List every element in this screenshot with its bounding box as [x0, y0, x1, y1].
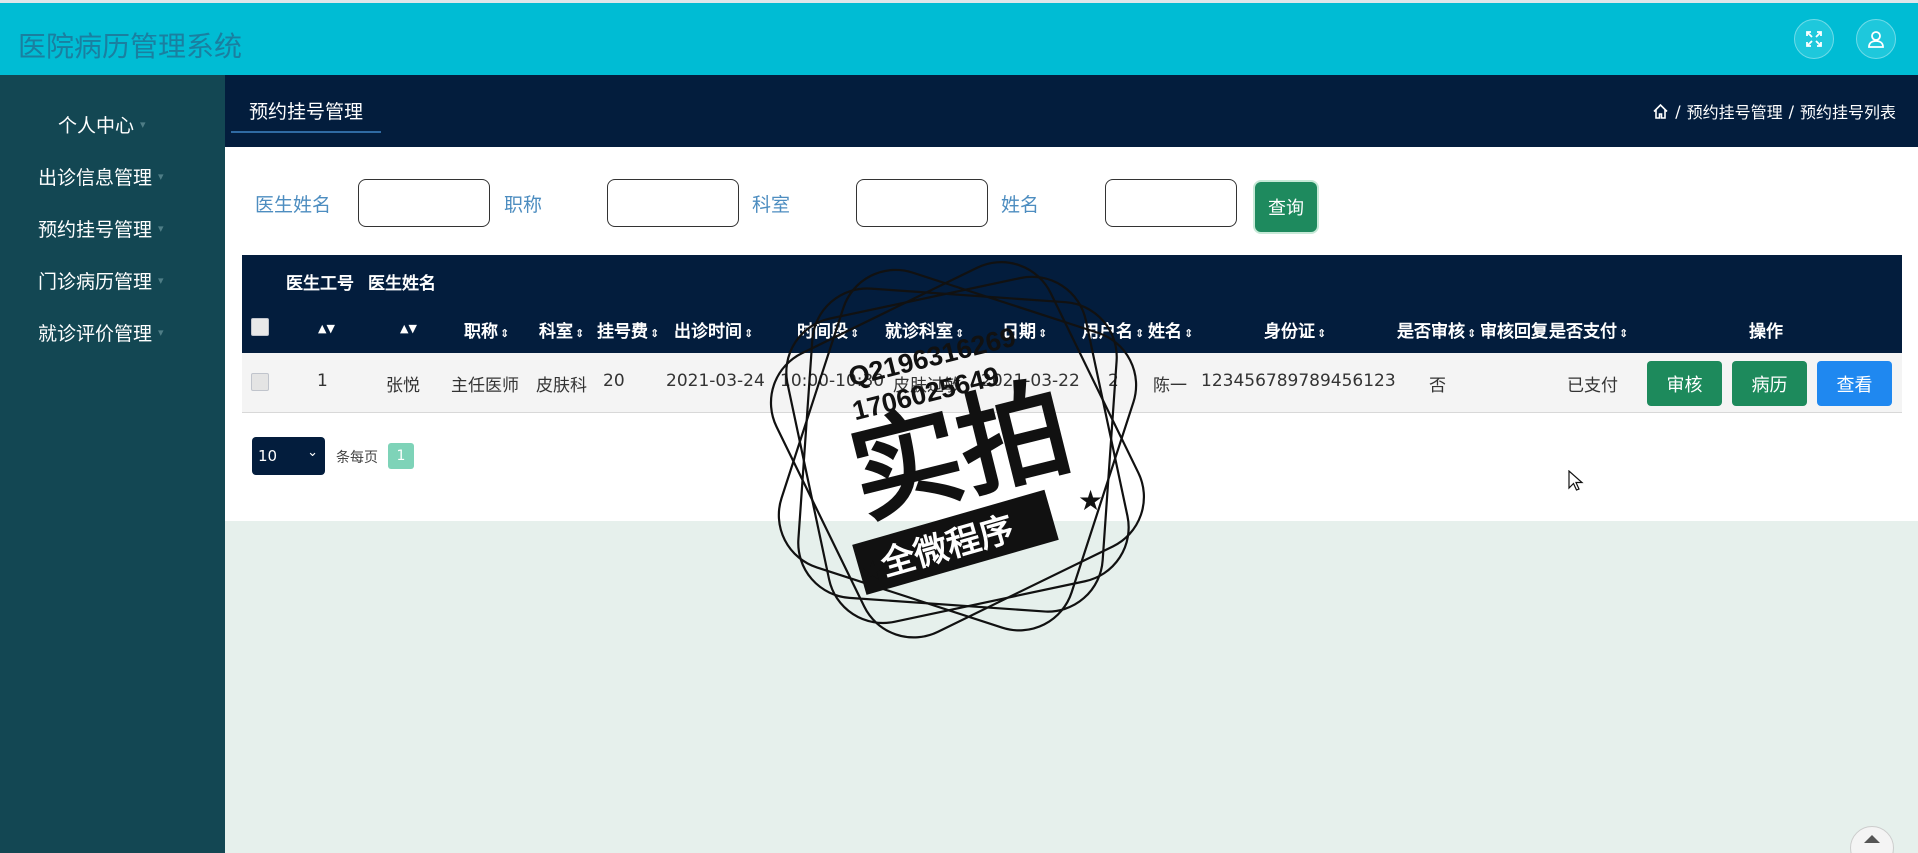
sort-icon[interactable]: ▲▼: [316, 317, 335, 337]
top-header: 医院病历管理系统: [0, 0, 1918, 75]
sort-icon: ⇕: [650, 327, 660, 340]
sidebar-item-appointments[interactable]: 预约挂号管理 ▾: [38, 215, 164, 242]
sort-icon: ⇕: [1317, 327, 1327, 340]
user-icon: [1868, 31, 1884, 48]
query-button[interactable]: 查询: [1255, 182, 1317, 232]
per-page-label: 条每页: [336, 450, 378, 466]
column-header-review-reply[interactable]: 审核回复: [1480, 317, 1548, 342]
medical-record-button[interactable]: 病历: [1732, 361, 1807, 406]
cell-name: 陈一: [1153, 376, 1187, 396]
chevron-down-icon: ⌄: [307, 445, 318, 460]
cell-reviewed: 否: [1429, 376, 1446, 396]
chevron-down-icon: ▾: [158, 222, 164, 235]
column-header-actions: 操作: [1749, 322, 1783, 342]
sidebar-item-visit-info[interactable]: 出诊信息管理 ▾: [38, 163, 164, 190]
star-icon: ★: [1078, 484, 1103, 517]
filter-label-title: 职称: [504, 194, 543, 216]
sidebar-item-label: 出诊信息管理: [38, 167, 153, 189]
cell-doctor-id: 1: [317, 371, 328, 391]
sidebar-item-label: 预约挂号管理: [38, 219, 153, 241]
breadcrumb-item[interactable]: 预约挂号管理: [1687, 99, 1783, 123]
home-icon[interactable]: [1652, 103, 1669, 120]
cell-department: 皮肤科: [536, 376, 587, 396]
breadcrumb: / 预约挂号管理 / 预约挂号列表: [1652, 99, 1896, 123]
row-checkbox[interactable]: [251, 373, 269, 391]
chevron-down-icon: ▾: [140, 118, 146, 131]
watermark-stamp: Q2196316269 1706025649 实拍 全微程序 ★ ★: [769, 261, 1146, 639]
view-button[interactable]: 查看: [1817, 361, 1892, 406]
column-header-doctor-id: 医生工号: [286, 274, 354, 294]
doctor-name-input[interactable]: [358, 179, 490, 227]
filter-label-name: 姓名: [1001, 194, 1040, 216]
column-header-id-card[interactable]: 身份证 ⇕: [1264, 317, 1326, 342]
column-header-reviewed[interactable]: 是否审核 ⇕: [1397, 317, 1476, 342]
cell-id-card: 123456789789456123: [1201, 371, 1396, 391]
star-icon: ★: [860, 554, 885, 587]
cell-fee: 20: [603, 371, 625, 391]
sidebar-item-personal-center[interactable]: 个人中心 ▾: [58, 111, 146, 138]
page-number-current[interactable]: 1: [388, 443, 414, 469]
column-header-fee[interactable]: 挂号费 ⇕: [597, 317, 659, 342]
fullscreen-icon: [1806, 31, 1822, 47]
column-header-department[interactable]: 科室 ⇕: [539, 317, 584, 342]
title-input[interactable]: [607, 179, 739, 227]
sidebar-item-evaluations[interactable]: 就诊评价管理 ▾: [38, 319, 164, 346]
fullscreen-button[interactable]: [1794, 19, 1834, 59]
top-nav: 预约挂号管理 / 预约挂号管理 / 预约挂号列表: [225, 75, 1918, 147]
arrow-up-icon: [1864, 835, 1880, 843]
sidebar-item-medical-records[interactable]: 门诊病历管理 ▾: [38, 267, 164, 294]
chevron-down-icon: ▾: [158, 326, 164, 339]
user-button[interactable]: [1856, 19, 1896, 59]
sidebar-item-label: 就诊评价管理: [38, 323, 153, 345]
chevron-down-icon: ▾: [158, 170, 164, 183]
column-header-title[interactable]: 职称 ⇕: [464, 317, 509, 342]
column-header-visit-time[interactable]: 出诊时间 ⇕: [674, 317, 753, 342]
cell-doctor-name: 张悦: [386, 376, 420, 396]
name-input[interactable]: [1105, 179, 1237, 227]
column-header-doctor-name: 医生姓名: [368, 274, 436, 294]
sort-icon: ⇕: [1184, 327, 1194, 340]
breadcrumb-separator: /: [1788, 101, 1794, 121]
scroll-to-top-button[interactable]: [1850, 826, 1894, 853]
breadcrumb-separator: /: [1675, 101, 1681, 121]
sort-icon[interactable]: ▲▼: [398, 317, 417, 337]
select-all-checkbox[interactable]: [251, 318, 269, 336]
cell-paid: 已支付: [1567, 376, 1618, 396]
department-input[interactable]: [856, 179, 988, 227]
breadcrumb-item: 预约挂号列表: [1799, 103, 1896, 122]
review-button[interactable]: 审核: [1647, 361, 1722, 406]
sort-icon: ⇕: [575, 327, 585, 340]
cell-visit-time: 2021-03-24: [666, 371, 765, 391]
sort-icon: ⇕: [500, 327, 510, 340]
filter-label-department: 科室: [752, 194, 791, 216]
sidebar-item-label: 个人中心: [58, 115, 135, 137]
page-size-value: 10: [258, 447, 278, 465]
filter-label-doctor-name: 医生姓名: [255, 194, 332, 216]
sort-icon: ⇕: [1467, 327, 1477, 340]
sidebar: 个人中心 ▾ 出诊信息管理 ▾ 预约挂号管理 ▾ 门诊病历管理 ▾ 就诊评价管理 ▾: [0, 75, 225, 853]
cell-title: 主任医师: [451, 376, 519, 396]
column-header-paid[interactable]: 是否支付 ⇕: [1549, 317, 1628, 342]
sidebar-item-label: 门诊病历管理: [38, 271, 153, 293]
tab-appointments[interactable]: 预约挂号管理: [231, 89, 382, 133]
sort-icon: ⇕: [1619, 327, 1629, 340]
chevron-down-icon: ▾: [158, 274, 164, 287]
sort-icon: ⇕: [744, 327, 754, 340]
mouse-cursor-icon: [1568, 470, 1584, 491]
app-title: 医院病历管理系统: [18, 30, 243, 63]
page-size-select[interactable]: 10 ⌄: [252, 437, 325, 475]
